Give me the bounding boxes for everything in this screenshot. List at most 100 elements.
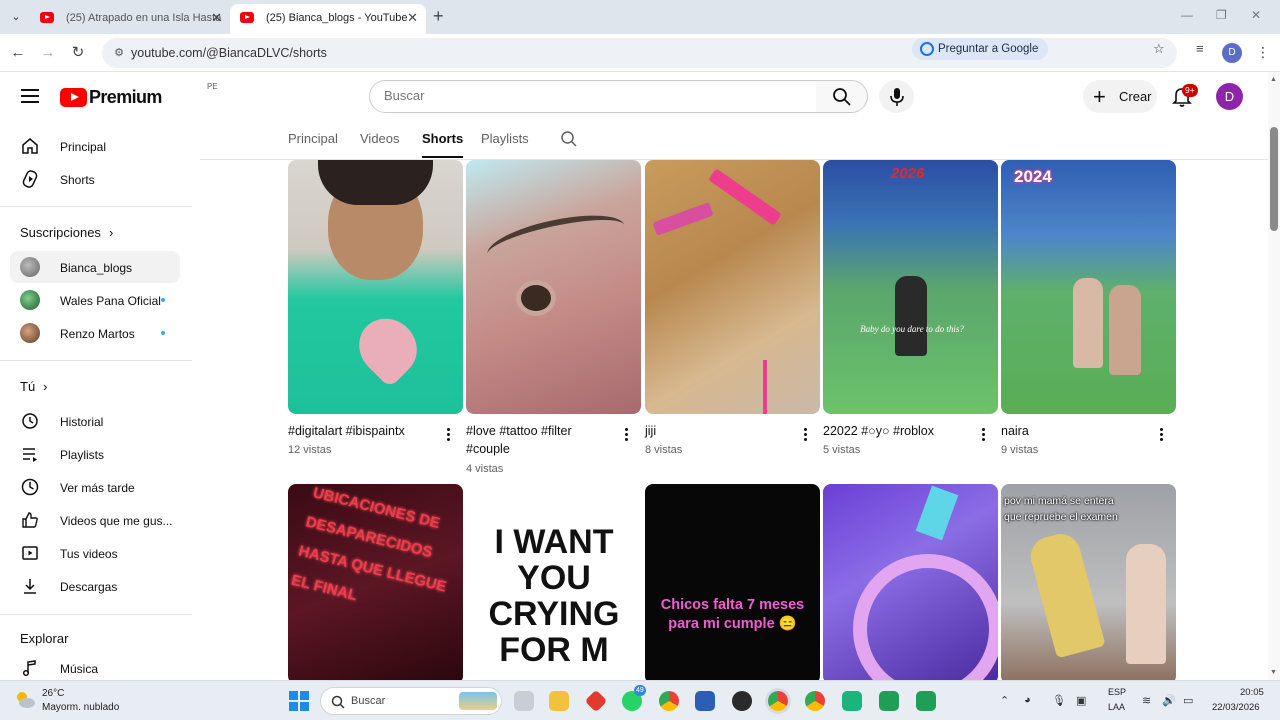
short-card[interactable]: #love #tattoo #filter #couple 4 vistas [466, 160, 641, 480]
reload-icon[interactable]: ↻ [68, 43, 88, 63]
sidebar-item-shorts[interactable]: Shorts [10, 163, 180, 195]
display-tray-icon[interactable]: ▣ [1076, 694, 1086, 707]
windows-start-icon[interactable] [289, 691, 309, 711]
voice-search-button[interactable] [879, 80, 914, 113]
tray-overflow-icon[interactable]: ⌃ [1000, 694, 1009, 707]
more-actions-icon[interactable] [802, 428, 808, 444]
scrollbar-thumb[interactable] [1270, 127, 1278, 231]
microphone-tray-icon[interactable]: 🎙 [1052, 694, 1066, 707]
search-button[interactable] [816, 80, 868, 113]
channel-search-icon[interactable] [560, 130, 578, 148]
create-button[interactable]: + Crear [1083, 80, 1157, 113]
sidebar-item-your-videos[interactable]: Tus videos [10, 537, 180, 569]
short-thumbnail[interactable] [466, 160, 641, 414]
short-thumbnail[interactable]: Chicos falta 7 meses para mi cumple 😑 [645, 484, 820, 680]
window-close-icon[interactable]: ✕ [1251, 8, 1261, 22]
site-info-icon[interactable]: ⚙ [111, 45, 127, 61]
short-thumbnail[interactable]: 2024 [1001, 160, 1176, 414]
app-icon[interactable] [584, 689, 608, 713]
browser-menu-icon[interactable]: ⋮ [1256, 44, 1270, 61]
short-card[interactable]: #digitalart #ibispaintx 12 vistas [288, 160, 463, 480]
scroll-up-arrow-icon[interactable]: ▲ [1270, 76, 1277, 83]
short-card[interactable]: jiji 8 vistas [645, 160, 820, 480]
more-actions-icon[interactable] [980, 428, 986, 444]
new-tab-icon[interactable]: + [433, 6, 444, 26]
subscriptions-heading[interactable]: Suscripciones › [20, 225, 113, 240]
tab-playlists[interactable]: Playlists [481, 131, 529, 146]
short-card[interactable]: UBICACIONES DE DESAPARECIDOS HASTA QUE L… [288, 484, 463, 680]
forward-icon[interactable]: → [38, 43, 58, 63]
tab-principal[interactable]: Principal [288, 131, 338, 146]
close-tab-icon[interactable]: ✕ [407, 4, 418, 32]
word-icon[interactable] [695, 691, 715, 711]
short-thumbnail[interactable]: pov mi mamá se entera que repruebe el ex… [1001, 484, 1176, 680]
chrome-profile-icon[interactable] [805, 691, 825, 711]
short-thumbnail[interactable]: I WANT YOU CRYING FOR M [466, 484, 641, 680]
sidebar-item-watch-later[interactable]: Ver más tarde [10, 471, 180, 503]
maximize-icon[interactable]: ❐ [1216, 8, 1227, 22]
taskbar-search[interactable]: Buscar [320, 687, 502, 715]
short-title[interactable]: 22022 #○y○ #roblox [823, 422, 971, 440]
short-title[interactable]: naira [1001, 422, 1149, 440]
sidebar-item-bianca-blogs[interactable]: Bianca_blogs [10, 251, 180, 283]
sidebar-item-playlists[interactable]: Playlists [10, 438, 180, 470]
tab-videos[interactable]: Videos [360, 131, 400, 146]
task-view-icon[interactable] [514, 691, 534, 711]
short-thumbnail[interactable] [645, 160, 820, 414]
weather-condition[interactable]: Mayorm. nublado [42, 702, 119, 713]
app-icon[interactable] [842, 691, 862, 711]
obs-icon[interactable] [732, 691, 752, 711]
more-actions-icon[interactable] [445, 428, 451, 444]
ask-google-button[interactable]: Preguntar a Google [912, 38, 1049, 60]
sidebar-item-downloads[interactable]: Descargas [10, 570, 180, 602]
short-card[interactable]: I WANT YOU CRYING FOR M [466, 484, 641, 680]
clock-time[interactable]: 20:05 [1240, 687, 1264, 698]
sidebar-item-wales-pana-oficial[interactable]: Wales Pana Oficial [10, 284, 180, 316]
browser-tab-active[interactable]: (25) Bianca_blogs - YouTube ✕ [230, 4, 426, 34]
short-card[interactable]: 2024 naira 9 vistas [1001, 160, 1176, 480]
back-icon[interactable]: ← [8, 43, 28, 63]
more-actions-icon[interactable] [623, 428, 629, 444]
sidebar-item-liked-videos[interactable]: Videos que me gus... [10, 504, 180, 536]
scroll-down-arrow-icon[interactable]: ▼ [1270, 669, 1277, 676]
short-card[interactable]: Chicos falta 7 meses para mi cumple 😑 [645, 484, 820, 680]
keyboard-layout[interactable]: LAA [1108, 702, 1125, 712]
clock-date[interactable]: 22/03/2026 [1212, 702, 1260, 713]
more-actions-icon[interactable] [1158, 428, 1164, 444]
browser-profile-avatar[interactable]: D [1222, 43, 1242, 63]
chrome-icon[interactable] [659, 691, 679, 711]
sidebar-item-principal[interactable]: Principal [10, 130, 180, 162]
short-thumbnail[interactable]: 2026 Baby do you dare to do this? [823, 160, 998, 414]
short-title[interactable]: #digitalart #ibispaintx [288, 422, 436, 440]
bookmark-star-icon[interactable]: ☆ [1153, 41, 1165, 57]
search-input[interactable] [384, 88, 804, 103]
wifi-icon[interactable]: ≋ [1142, 694, 1151, 707]
short-card[interactable]: 2026 Baby do you dare to do this? 22022 … [823, 160, 998, 480]
tab-shorts[interactable]: Shorts [422, 131, 464, 158]
reading-list-icon[interactable]: ≡ [1196, 41, 1204, 56]
minimize-icon[interactable]: — [1181, 8, 1193, 22]
chrome-active-icon[interactable] [768, 691, 788, 711]
short-card[interactable]: pov mi mamá se entera que repruebe el ex… [1001, 484, 1176, 680]
sidebar-item-music[interactable]: Música [10, 652, 180, 680]
short-thumbnail[interactable] [823, 484, 998, 680]
short-thumbnail[interactable]: UBICACIONES DE DESAPARECIDOS HASTA QUE L… [288, 484, 463, 680]
account-avatar[interactable]: D [1216, 83, 1243, 110]
weather-temperature[interactable]: 26°C [42, 688, 64, 699]
you-heading[interactable]: Tú › [20, 379, 48, 394]
keyboard-language[interactable]: ESP [1108, 687, 1126, 697]
excel-icon[interactable] [879, 691, 899, 711]
tray-app-icon[interactable]: ◕ [1024, 694, 1031, 706]
short-title[interactable]: jiji [645, 422, 793, 440]
close-tab-icon[interactable]: ✕ [211, 4, 222, 32]
file-explorer-icon[interactable] [549, 691, 569, 711]
short-title[interactable]: #love #tattoo #filter #couple [466, 422, 614, 458]
battery-icon[interactable]: ▭ [1183, 694, 1193, 707]
sidebar-item-renzo-martos[interactable]: Renzo Martos [10, 317, 180, 349]
excel-icon[interactable] [916, 691, 936, 711]
volume-icon[interactable]: 🔊 [1162, 694, 1176, 707]
hamburger-menu-icon[interactable] [21, 89, 39, 103]
short-thumbnail[interactable] [288, 160, 463, 414]
tab-search-menu-icon[interactable]: ⌄ [6, 7, 26, 27]
browser-tab[interactable]: (25) Atrapado en una Isla Hasta ✕ [30, 4, 230, 34]
